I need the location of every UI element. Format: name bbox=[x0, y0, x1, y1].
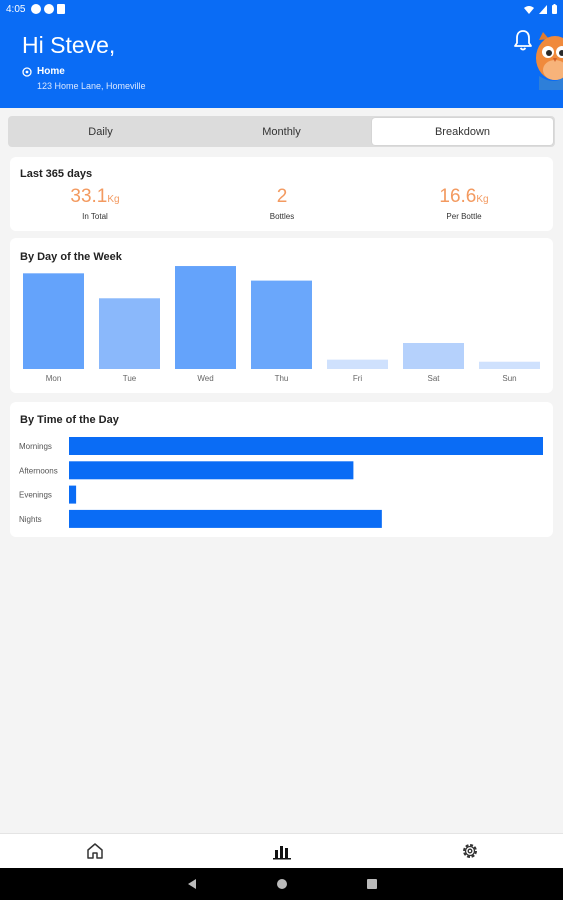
by-day-chart: Mon Tue Wed Thu Fri Sat Sun bbox=[23, 266, 540, 383]
bar-nights bbox=[69, 509, 382, 528]
tick-label-mornings: Mornings bbox=[19, 442, 52, 451]
summary-card: Last 365 days 33.1Kg In Total 2 Bottles … bbox=[10, 157, 553, 231]
status-bar: 4:05 bbox=[0, 0, 563, 18]
tick-label-fri: Fri bbox=[353, 374, 363, 383]
bar-sat bbox=[403, 343, 464, 369]
header: Hi Steve, Home 123 Home Lane, Homeville bbox=[0, 18, 563, 108]
bar-evenings bbox=[69, 485, 77, 504]
tick-label-mon: Mon bbox=[46, 374, 62, 383]
bar-fri bbox=[327, 359, 388, 369]
tab-breakdown[interactable]: Breakdown bbox=[372, 118, 553, 145]
gear-icon[interactable] bbox=[460, 841, 480, 861]
bar-mon bbox=[23, 273, 84, 369]
stat-per-bottle-value: 16.6 bbox=[439, 186, 477, 207]
notification-icon-p bbox=[44, 4, 55, 14]
stat-total-unit: Kg bbox=[107, 194, 120, 205]
notification-icon-a bbox=[31, 4, 42, 14]
stat-per-bottle: 16.6Kg Per Bottle bbox=[384, 186, 544, 221]
recents-icon[interactable] bbox=[366, 878, 378, 890]
bottom-nav bbox=[0, 833, 563, 868]
summary-title: Last 365 days bbox=[20, 168, 93, 180]
bar-mornings bbox=[69, 437, 543, 455]
stat-total-value: 33.1 bbox=[70, 186, 108, 207]
owl-mascot-icon bbox=[536, 32, 563, 90]
tick-label-sun: Sun bbox=[502, 374, 516, 383]
tick-label-thu: Thu bbox=[275, 374, 289, 383]
tick-label-nights: Nights bbox=[19, 515, 42, 524]
bar-wed bbox=[175, 266, 236, 369]
stat-per-bottle-unit: Kg bbox=[476, 194, 489, 205]
stat-per-bottle-label: Per Bottle bbox=[446, 212, 482, 221]
stat-total-label: In Total bbox=[82, 212, 108, 221]
stat-bottles-label: Bottles bbox=[269, 212, 295, 221]
battery-icon bbox=[552, 4, 557, 14]
home-icon[interactable] bbox=[85, 841, 105, 861]
bell-icon[interactable] bbox=[512, 28, 534, 52]
tab-monthly[interactable]: Monthly bbox=[191, 118, 372, 145]
notification-icon-sd bbox=[57, 4, 66, 14]
period-tabs: Daily Monthly Breakdown bbox=[8, 116, 555, 147]
status-time: 4:05 bbox=[6, 3, 26, 15]
stat-bottles: 2 Bottles bbox=[202, 186, 362, 221]
back-icon[interactable] bbox=[186, 878, 198, 890]
by-time-card: By Time of the Day Mornings Afternoons Eve… bbox=[10, 402, 553, 537]
system-nav-bar bbox=[0, 868, 563, 900]
system-status-icons bbox=[524, 4, 557, 14]
by-time-chart: Mornings Afternoons Evenings Nights bbox=[19, 437, 543, 528]
location-name: Home bbox=[37, 66, 65, 77]
notification-icons bbox=[31, 4, 66, 14]
tick-label-afternoons: Afternoons bbox=[19, 466, 58, 475]
bar-afternoons bbox=[69, 461, 354, 480]
tick-label-tue: Tue bbox=[123, 374, 137, 383]
stat-total: 33.1Kg In Total bbox=[15, 186, 175, 221]
tick-label-evenings: Evenings bbox=[19, 491, 52, 500]
bar-chart-icon[interactable] bbox=[272, 841, 292, 861]
bar-tue bbox=[99, 298, 160, 369]
tick-label-wed: Wed bbox=[197, 374, 213, 383]
bar-thu bbox=[251, 280, 312, 369]
stat-bottles-value: 2 bbox=[276, 186, 288, 207]
location-address: 123 Home Lane, Homeville bbox=[37, 81, 146, 91]
home-circle-icon[interactable] bbox=[276, 878, 288, 890]
signal-icon bbox=[539, 4, 547, 14]
by-day-card: By Day of the Week Mon Tue Wed Thu Fri Sat Sun bbox=[10, 238, 553, 393]
wifi-icon bbox=[524, 5, 534, 14]
greeting: Hi Steve, bbox=[22, 32, 116, 58]
bar-sun bbox=[479, 361, 540, 369]
location-pin-icon bbox=[22, 67, 32, 77]
tab-daily[interactable]: Daily bbox=[10, 118, 191, 145]
tick-label-sat: Sat bbox=[427, 374, 440, 383]
